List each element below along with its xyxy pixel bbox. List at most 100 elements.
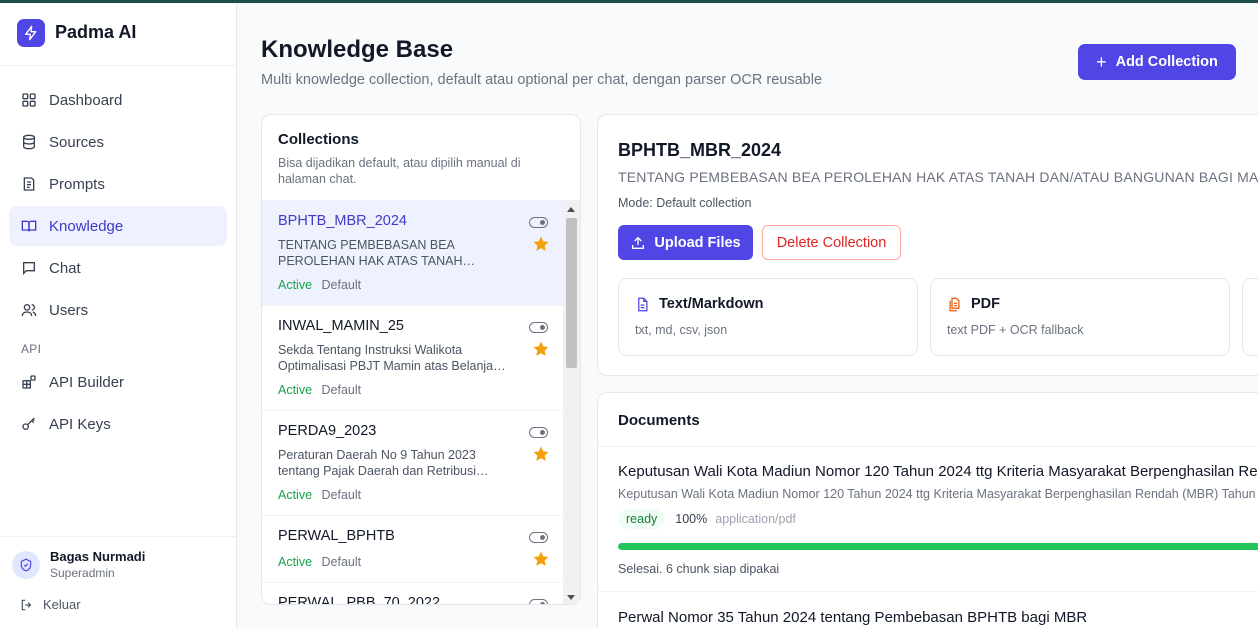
collections-title: Collections (278, 131, 359, 148)
sidebar-item-knowledge[interactable]: Knowledge (9, 206, 227, 246)
sidebar-item-label: Sources (49, 133, 105, 151)
toggle-icon[interactable] (529, 427, 548, 438)
page-title: Knowledge Base (261, 36, 454, 63)
add-collection-button[interactable]: + Add Collection (1078, 44, 1236, 80)
sidebar-item-users[interactable]: Users (9, 290, 227, 330)
status-badge: ready (618, 509, 666, 529)
mode-badge: Default (321, 555, 362, 569)
logout-icon (21, 599, 32, 610)
status-badge: Active (278, 383, 313, 397)
sidebar-item-label: Knowledge (49, 217, 124, 235)
list-item[interactable]: PERDA9_2023 Peraturan Daerah No 9 Tahun … (262, 411, 564, 516)
toggle-icon[interactable] (529, 532, 548, 543)
database-icon (23, 134, 35, 150)
logout-button[interactable]: Keluar (20, 597, 224, 612)
collection-detail-panel: BPHTB_MBR_2024 TENTANG PEMBEBASAN BEA PE… (597, 114, 1258, 376)
add-collection-label: Add Collection (1115, 54, 1218, 70)
sidebar: Padma AI Dashboard Sources Prompts Knowl… (0, 0, 237, 628)
document-subtitle: Keputusan Wali Kota Madiun Nomor 120 Tah… (618, 487, 1258, 501)
collections-list: BPHTB_MBR_2024 TENTANG PEMBEBASAN BEA PE… (262, 201, 564, 604)
sidebar-item-sources[interactable]: Sources (9, 122, 227, 162)
brand[interactable]: Padma AI (0, 0, 236, 66)
status-badge: Active (278, 555, 313, 569)
list-item[interactable]: BPHTB_MBR_2024 TENTANG PEMBEBASAN BEA PE… (262, 201, 564, 306)
sidebar-item-chat[interactable]: Chat (9, 248, 227, 288)
mode-badge: Default (321, 383, 362, 397)
sidebar-item-prompts[interactable]: Prompts (9, 164, 227, 204)
user-role: Superadmin (50, 566, 115, 580)
status-badge: Active (278, 488, 313, 502)
documents-title: Documents (618, 412, 700, 429)
collections-header: Collections Bisa dijadikan default, atau… (262, 115, 580, 201)
document-title: Perwal Nomor 35 Tahun 2024 tentang Pembe… (618, 609, 1088, 626)
documents-panel: Documents Keputusan Wali Kota Madiun Nom… (597, 392, 1258, 628)
delete-collection-label: Delete Collection (776, 234, 887, 251)
sidebar-nav: Dashboard Sources Prompts Knowledge Chat… (0, 66, 236, 444)
user-meta: Bagas Nurmadi Superadmin (50, 549, 145, 580)
page-subtitle: Multi knowledge collection, default atau… (261, 72, 823, 88)
star-icon[interactable] (532, 445, 550, 463)
collection-tags: Active Default (278, 555, 548, 582)
user-profile[interactable]: Bagas Nurmadi Superadmin (12, 549, 224, 580)
detail-subtitle: TENTANG PEMBEBASAN BEA PEROLEHAN HAK ATA… (618, 169, 1258, 185)
list-item[interactable]: INWAL_MAMIN_25 Sekda Tentang Instruksi W… (262, 306, 564, 411)
upload-icon (632, 236, 645, 249)
users-icon (21, 304, 37, 317)
collection-tags: Active Default (278, 383, 548, 410)
scroll-down-icon[interactable] (567, 595, 575, 600)
upload-files-label: Upload Files (654, 234, 741, 251)
collection-summary: Sekda Tentang Instruksi Walikota Optimal… (278, 343, 506, 373)
pdf-icon (949, 297, 960, 311)
document-meta: ready 100% application/pdf (618, 509, 1258, 529)
dashboard-icon (22, 93, 36, 107)
divider (598, 591, 1258, 592)
collection-name: PERDA9_2023 (278, 423, 377, 439)
file-type-card (1242, 278, 1258, 356)
toggle-icon[interactable] (529, 599, 548, 604)
document-title: Keputusan Wali Kota Madiun Nomor 120 Tah… (618, 463, 1258, 480)
status-badge: Active (278, 278, 313, 292)
delete-collection-button[interactable]: Delete Collection (762, 225, 901, 260)
prompts-icon (23, 177, 35, 191)
star-icon[interactable] (532, 340, 550, 358)
plus-icon: + (1096, 52, 1107, 72)
collections-panel: Collections Bisa dijadikan default, atau… (261, 114, 581, 605)
document-status-message: Selesai. 6 chunk siap dipakai (618, 562, 780, 576)
sidebar-item-label: API Builder (49, 373, 125, 391)
sidebar-item-label: Prompts (49, 175, 105, 193)
file-text-icon (638, 297, 648, 311)
star-icon[interactable] (532, 235, 550, 253)
document-item[interactable]: Keputusan Wali Kota Madiun Nomor 120 Tah… (618, 463, 1258, 576)
user-name: Bagas Nurmadi (50, 549, 146, 564)
document-item[interactable]: Perwal Nomor 35 Tahun 2024 tentang Pembe… (618, 609, 1258, 626)
key-icon (22, 417, 35, 430)
sidebar-item-api-keys[interactable]: API Keys (9, 404, 227, 444)
sidebar-section-api: API (21, 342, 42, 356)
sidebar-item-dashboard[interactable]: Dashboard (9, 80, 227, 120)
collection-name: INWAL_MAMIN_25 (278, 318, 404, 334)
star-icon[interactable] (532, 550, 550, 568)
toggle-icon[interactable] (529, 217, 548, 228)
file-type-title: PDF (971, 296, 1000, 312)
scroll-up-icon[interactable] (567, 207, 575, 212)
user-box: Bagas Nurmadi Superadmin Keluar (0, 536, 236, 628)
list-item[interactable]: PERWAL_BPHTB Active Default (262, 516, 564, 583)
shield-icon (20, 558, 32, 571)
toggle-icon[interactable] (529, 322, 548, 333)
file-type-card: PDF text PDF + OCR fallback (930, 278, 1230, 356)
chat-icon (23, 262, 35, 275)
scroll-thumb[interactable] (566, 218, 577, 368)
collections-scrollbar[interactable] (563, 201, 580, 604)
document-mime: application/pdf (715, 512, 796, 526)
document-percent: 100% (675, 512, 708, 526)
mode-badge: Default (321, 488, 362, 502)
sidebar-item-api-builder[interactable]: API Builder (9, 362, 227, 402)
list-item[interactable]: PERWAL_PBB_70_2022 (262, 583, 564, 604)
collections-description: Bisa dijadikan default, atau dipilih man… (278, 156, 521, 186)
progress-fill (618, 543, 1258, 550)
collection-tags: Active Default (278, 278, 548, 305)
upload-files-button[interactable]: Upload Files (618, 225, 753, 260)
brand-name: Padma AI (55, 22, 137, 42)
sidebar-item-label: API Keys (49, 415, 111, 433)
blocks-icon (22, 375, 36, 389)
